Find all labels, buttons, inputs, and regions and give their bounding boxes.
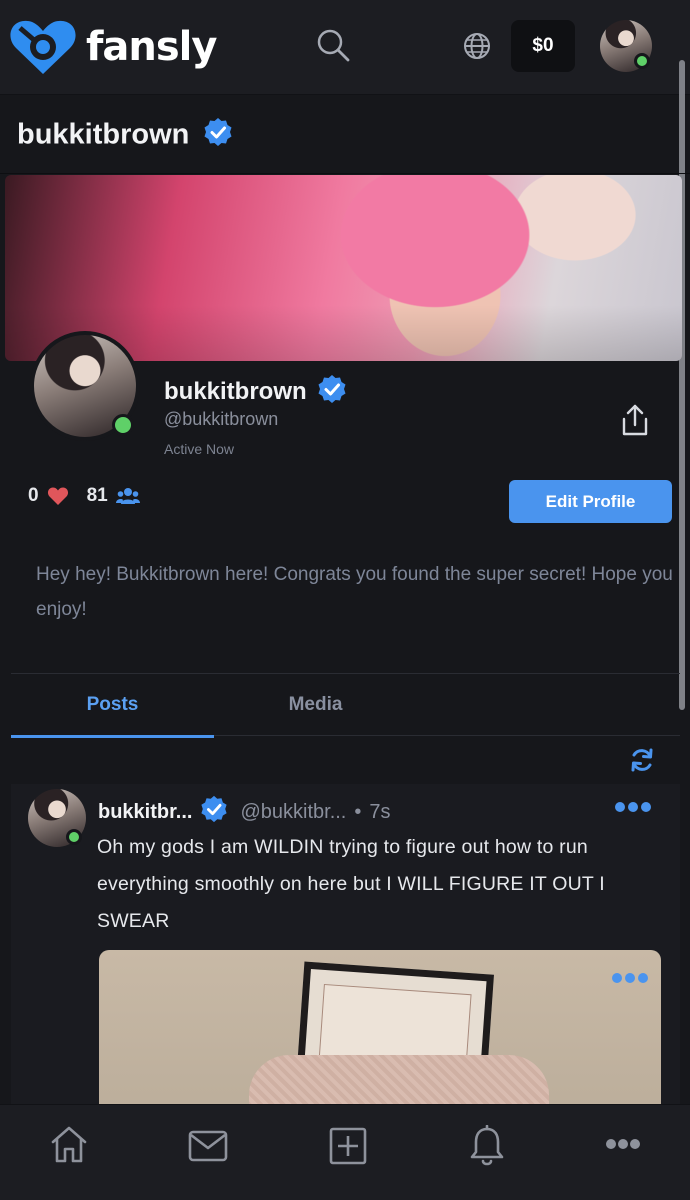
profile-stats: 0 81 bbox=[28, 485, 158, 507]
post-author-handle[interactable]: @bukkitbr... bbox=[240, 801, 346, 824]
share-icon[interactable] bbox=[620, 403, 650, 442]
post-more-options-icon[interactable] bbox=[614, 800, 652, 819]
post-header: bukkitbr... @bukkitbr... • 7s bbox=[98, 795, 391, 829]
post-timestamp: 7s bbox=[369, 800, 391, 823]
edit-profile-button[interactable]: Edit Profile bbox=[509, 480, 672, 523]
profile-tabs: Posts Media bbox=[11, 674, 680, 738]
followers-icon bbox=[115, 488, 140, 504]
post-author-name[interactable]: bukkitbr... bbox=[98, 801, 192, 824]
notifications-icon[interactable] bbox=[469, 1124, 505, 1172]
brand-logo[interactable]: fansly bbox=[8, 18, 217, 76]
activity-status: Active Now bbox=[164, 441, 235, 457]
page-title: bukkitbrown bbox=[17, 117, 233, 155]
profile-bio: Hey hey! Bukkitbrown here! Congrats you … bbox=[36, 564, 673, 620]
tab-posts[interactable]: Posts bbox=[11, 674, 214, 738]
globe-icon[interactable] bbox=[463, 32, 491, 65]
profile-display-name: bukkitbrown bbox=[164, 374, 347, 411]
separator-dot: • bbox=[354, 800, 362, 823]
post-author-avatar[interactable] bbox=[28, 789, 86, 847]
online-status-dot bbox=[112, 414, 134, 436]
more-icon[interactable] bbox=[605, 1137, 641, 1156]
account-avatar[interactable] bbox=[600, 20, 652, 72]
post-body-text: Oh my gods I am WILDIN trying to figure … bbox=[97, 836, 605, 932]
create-post-icon[interactable] bbox=[329, 1127, 367, 1170]
online-status-dot bbox=[634, 53, 650, 69]
home-icon[interactable] bbox=[50, 1124, 88, 1169]
heart-icon bbox=[47, 487, 68, 505]
post-media-image[interactable] bbox=[99, 950, 661, 1110]
profile-banner-image[interactable] bbox=[5, 175, 682, 361]
online-status-dot bbox=[66, 829, 82, 845]
top-bar: fansly $0 bbox=[0, 0, 690, 95]
wallet-balance-button[interactable]: $0 bbox=[511, 20, 575, 72]
verified-badge-icon bbox=[313, 374, 347, 411]
search-icon[interactable] bbox=[316, 28, 350, 67]
messages-icon[interactable] bbox=[188, 1130, 228, 1167]
active-tab-indicator bbox=[11, 735, 214, 738]
fansly-logo-icon bbox=[8, 18, 78, 76]
likes-count[interactable]: 0 bbox=[28, 485, 69, 507]
tab-media[interactable]: Media bbox=[214, 674, 417, 736]
page-title-text: bukkitbrown bbox=[17, 118, 190, 151]
profile-avatar[interactable] bbox=[30, 331, 140, 441]
verified-badge-icon bbox=[197, 117, 233, 155]
refresh-icon[interactable] bbox=[629, 747, 655, 778]
profile-handle: @bukkitbrown bbox=[164, 409, 279, 429]
brand-name: fansly bbox=[86, 24, 217, 70]
verified-badge-icon bbox=[192, 795, 234, 829]
media-options-icon[interactable] bbox=[611, 971, 649, 990]
followers-count[interactable]: 81 bbox=[87, 485, 140, 507]
